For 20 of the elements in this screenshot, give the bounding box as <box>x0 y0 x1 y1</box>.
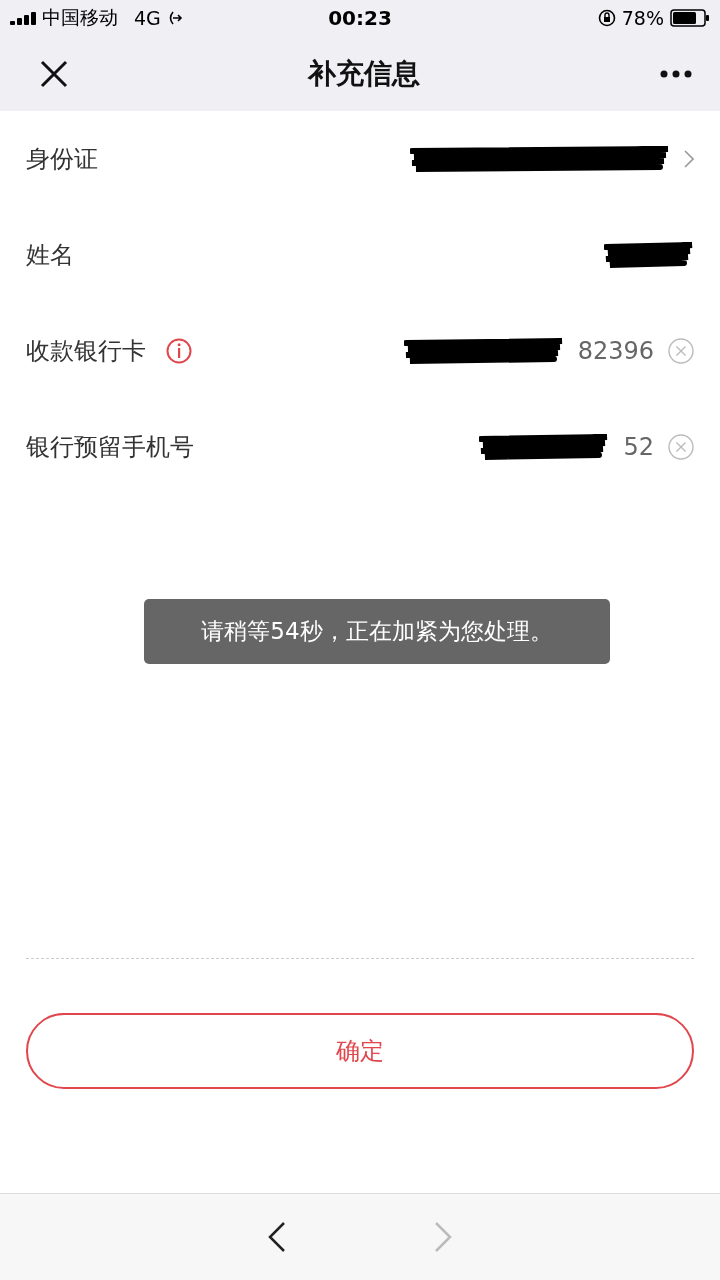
field-label: 银行预留手机号 <box>26 432 194 463</box>
field-value: 82396 <box>577 337 654 365</box>
clock-time: 00:23 <box>327 6 393 30</box>
battery-percent: 78% <box>621 7 664 29</box>
confirm-button[interactable]: 确定 <box>26 1013 694 1089</box>
field-value: 52 <box>623 433 654 461</box>
field-label: 姓名 <box>26 240 74 271</box>
info-icon[interactable] <box>166 338 192 364</box>
field-label: 身份证 <box>26 144 98 175</box>
carrier-name: 中国移动 <box>42 5 118 30</box>
signal-icon <box>10 11 36 25</box>
field-label: 收款银行卡 <box>26 336 146 367</box>
more-icon[interactable] <box>660 69 692 78</box>
toast-message: 请稍等54秒，正在加紧为您处理。 <box>144 599 610 664</box>
rotation-lock-icon <box>597 9 616 27</box>
battery-icon <box>670 9 710 27</box>
network-type: 4G <box>134 7 161 29</box>
page-title: 补充信息 <box>308 55 420 92</box>
chevron-right-icon[interactable] <box>684 150 694 168</box>
close-icon[interactable] <box>40 59 68 88</box>
